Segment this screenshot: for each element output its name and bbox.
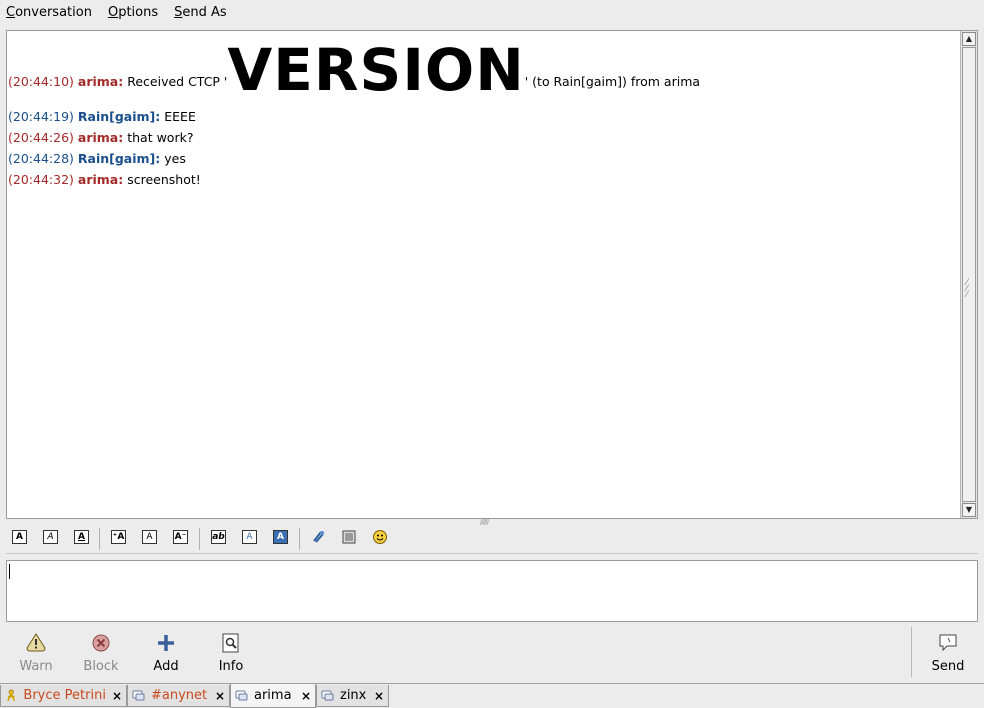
message-entry-field[interactable] <box>6 560 978 622</box>
image-icon[interactable] <box>341 529 357 545</box>
conversation-tabs: Bryce Petrini × #anynet × arima × zinx × <box>0 683 984 708</box>
block-icon <box>92 634 110 652</box>
info-button[interactable]: Info <box>201 628 261 678</box>
link-icon[interactable] <box>310 529 326 545</box>
message-text: screenshot! <box>127 172 201 187</box>
message-text: EEEE <box>164 109 196 124</box>
smaller-font-icon[interactable]: A⁻ <box>173 530 188 544</box>
toolbar-divider <box>6 553 978 554</box>
message-text: that work? <box>127 130 194 145</box>
conversation-history[interactable]: (20:44:10) arima: Received CTCP 'VERSION… <box>6 30 978 519</box>
tab-label: arima <box>254 688 292 703</box>
nick: arima: <box>77 172 124 187</box>
info-icon <box>222 633 239 653</box>
tab-anynet[interactable]: #anynet × <box>127 685 230 707</box>
tab-label: Bryce Petrini <box>23 688 106 703</box>
add-label: Add <box>153 659 179 674</box>
nick: Rain[gaim]: <box>77 109 161 124</box>
tab-bryce-petrini[interactable]: Bryce Petrini × <box>0 685 127 707</box>
message-line: (20:44:10) arima: Received CTCP 'VERSION… <box>8 41 700 99</box>
italic-icon[interactable]: A <box>43 530 58 544</box>
close-icon[interactable]: × <box>295 689 311 703</box>
menu-options[interactable]: Options <box>108 5 158 20</box>
action-separator <box>911 627 912 677</box>
tab-arima[interactable]: arima × <box>230 684 316 708</box>
message-text: ' (to Rain[gaim]) from arima <box>524 74 701 89</box>
close-icon[interactable]: × <box>106 689 122 703</box>
send-label: Send <box>931 659 965 674</box>
nick: Rain[gaim]: <box>77 151 161 166</box>
send-button[interactable]: Send <box>918 628 978 678</box>
font-face-icon[interactable]: ab <box>211 530 226 544</box>
scroll-down-button[interactable]: ▼ <box>962 503 976 517</box>
add-icon <box>158 635 174 651</box>
nick: arima: <box>77 74 124 89</box>
timestamp: (20:44:19) <box>8 109 74 124</box>
menu-conversation[interactable]: Conversation <box>6 5 92 20</box>
tab-zinx[interactable]: zinx × <box>316 685 389 707</box>
larger-font-icon[interactable]: ⁺A <box>111 530 126 544</box>
scroll-thumb[interactable]: ⁄ ⁄ ⁄ <box>962 47 976 502</box>
tab-label: #anynet <box>151 688 208 703</box>
toolbar-separator <box>199 528 200 550</box>
action-bar: Warn Block Add Info Send <box>0 624 984 682</box>
timestamp: (20:44:10) <box>8 74 74 89</box>
block-button[interactable]: Block <box>71 628 131 678</box>
normal-font-icon[interactable]: A <box>142 530 157 544</box>
timestamp: (20:44:32) <box>8 172 74 187</box>
smiley-icon[interactable] <box>372 529 388 545</box>
toolbar-separator <box>299 528 300 550</box>
message-line: (20:44:26) arima: that work? <box>8 130 193 145</box>
menu-bar: Conversation Options Send As <box>0 0 984 24</box>
tab-label: zinx <box>340 688 367 703</box>
warn-label: Warn <box>19 659 53 674</box>
close-icon[interactable]: × <box>368 689 384 703</box>
message-text: yes <box>164 151 186 166</box>
grip-icon: ⁄ ⁄ ⁄ <box>966 278 968 300</box>
message-line: (20:44:32) arima: screenshot! <box>8 172 201 187</box>
warn-button[interactable]: Warn <box>6 628 66 678</box>
format-toolbar: A A A ⁺A A A⁻ ab A A <box>6 526 978 550</box>
pane-resize-handle[interactable]: ////// <box>480 519 508 526</box>
send-icon <box>939 634 957 652</box>
warn-icon <box>26 633 46 652</box>
menu-send-as[interactable]: Send As <box>174 5 227 20</box>
add-button[interactable]: Add <box>136 628 196 678</box>
timestamp: (20:44:26) <box>8 130 74 145</box>
message-line: (20:44:28) Rain[gaim]: yes <box>8 151 186 166</box>
foreground-color-icon[interactable]: A <box>242 530 257 544</box>
ctcp-version-text: VERSION <box>227 36 525 104</box>
nick: arima: <box>77 130 124 145</box>
underline-icon[interactable]: A <box>74 530 89 544</box>
message-text: Received CTCP ' <box>127 74 228 89</box>
irc-icon <box>235 690 248 701</box>
bold-icon[interactable]: A <box>12 530 27 544</box>
close-icon[interactable]: × <box>209 689 225 703</box>
text-caret <box>9 564 10 579</box>
message-line: (20:44:19) Rain[gaim]: EEEE <box>8 109 196 124</box>
background-color-icon[interactable]: A <box>273 530 288 544</box>
irc-icon <box>321 690 334 701</box>
timestamp: (20:44:28) <box>8 151 74 166</box>
block-label: Block <box>83 659 119 674</box>
toolbar-separator <box>99 528 100 550</box>
scroll-up-button[interactable]: ▲ <box>962 32 976 46</box>
history-scrollbar[interactable]: ▲ ⁄ ⁄ ⁄ ▼ <box>960 31 977 518</box>
info-label: Info <box>218 659 244 674</box>
aim-person-icon <box>7 689 16 702</box>
irc-icon <box>132 690 145 701</box>
